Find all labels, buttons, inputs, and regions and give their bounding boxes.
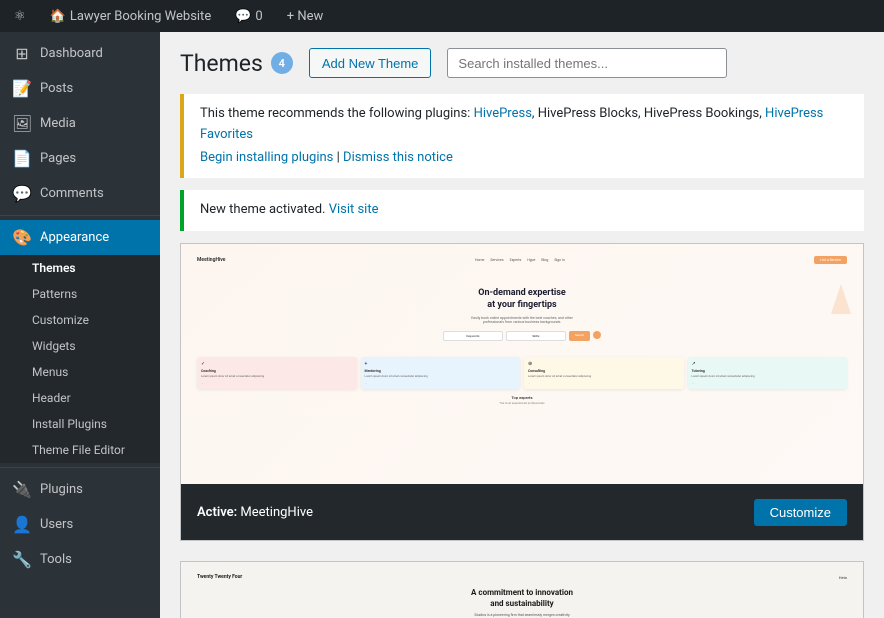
new-content-link[interactable]: + New — [281, 0, 330, 32]
hivpress-blocks-text: HivePress Blocks, HivePress Bookings, — [538, 106, 765, 121]
mh-card-tutoring: ↗ Tutoring Lorem ipsum dolor sit amet co… — [688, 357, 848, 389]
mh-hero: On-demand expertiseat your fingertips Ea… — [189, 276, 855, 357]
appearance-icon: 🎨 — [12, 228, 32, 247]
ttf-preview: Twenty Twenty Four Helo A commitment to … — [181, 562, 863, 618]
mh-footer-text: Top experts — [189, 395, 855, 400]
visit-site-link[interactable]: Visit site — [329, 202, 379, 217]
sidebar-subitem-menus[interactable]: Menus — [0, 359, 160, 385]
content-area: Themes 4 Add New Theme This theme recomm… — [160, 32, 884, 618]
sidebar: ⊞ Dashboard 📝 Posts 🖼 Media 📄 Pages 💬 Co… — [0, 32, 160, 618]
sidebar-item-tools[interactable]: 🔧 Tools — [0, 542, 160, 577]
search-themes-input[interactable] — [447, 48, 727, 78]
sidebar-item-posts[interactable]: 📝 Posts — [0, 71, 160, 106]
sidebar-item-appearance[interactable]: 🎨 Appearance — [0, 220, 160, 255]
mh-cards: ✓ Coaching Lorem ipsum dolor sit amet co… — [189, 357, 855, 389]
add-new-theme-button[interactable]: Add New Theme — [309, 48, 432, 78]
mh-card-consulting: ⊕ Consulting Lorem ipsum dolor sit amet … — [524, 357, 684, 389]
sidebar-subitem-widgets[interactable]: Widgets — [0, 333, 160, 359]
activation-text: New theme activated. — [200, 202, 329, 217]
mh-logo: MeetingHive — [197, 257, 226, 263]
wp-logo[interactable]: ⚛ — [8, 0, 32, 32]
themes-grid: MeetingHive Home Services Experts Hype B… — [180, 243, 864, 618]
wp-icon: ⚛ — [14, 9, 26, 24]
theme-card-meetinghive: MeetingHive Home Services Experts Hype B… — [180, 243, 864, 541]
activation-notice: New theme activated. Visit site — [180, 190, 864, 231]
sidebar-subitem-theme-file-editor[interactable]: Theme File Editor — [0, 437, 160, 463]
content-inner: Themes 4 Add New Theme This theme recomm… — [160, 32, 884, 618]
sidebar-item-comments[interactable]: 💬 Comments — [0, 176, 160, 211]
active-label: Active: MeetingHive — [197, 505, 313, 520]
sidebar-main-menu: ⊞ Dashboard 📝 Posts 🖼 Media 📄 Pages 💬 Co… — [0, 32, 160, 581]
sidebar-item-dashboard[interactable]: ⊞ Dashboard — [0, 36, 160, 71]
ttf-top: Twenty Twenty Four Helo A commitment to … — [181, 562, 863, 618]
posts-icon: 📝 — [12, 79, 32, 98]
plugins-notice: This theme recommends the following plug… — [180, 94, 864, 178]
page-title-wrap: Themes 4 — [180, 50, 293, 77]
notice-actions: Begin installing plugins | Dismiss this … — [200, 148, 848, 169]
mh-hero-sub: Easily book online appointments with the… — [209, 316, 835, 326]
sidebar-subitem-themes[interactable]: Themes — [0, 255, 160, 281]
mh-card-mentoring: + Mentoring Lorem ipsum dolor sit amet c… — [361, 357, 521, 389]
mh-nav-links: Home Services Experts Hype Blog Sign in — [475, 258, 565, 262]
sidebar-item-pages[interactable]: 📄 Pages — [0, 141, 160, 176]
notice-text: This theme recommends the following plug… — [200, 106, 474, 121]
sidebar-item-users[interactable]: 👤 Users — [0, 507, 160, 542]
mh-search-bar: Keywords Skills Search — [209, 331, 835, 341]
mh-nav: MeetingHive Home Services Experts Hype B… — [189, 252, 855, 268]
themes-count-badge: 4 — [271, 52, 293, 74]
ttf-nav: Twenty Twenty Four Helo — [197, 574, 847, 580]
page-title: Themes — [180, 50, 263, 77]
mh-hero-title: On-demand expertiseat your fingertips — [209, 288, 835, 311]
comments-icon: 💬 — [235, 9, 251, 24]
customize-button[interactable]: Customize — [754, 499, 847, 526]
meetinghive-screenshot: MeetingHive Home Services Experts Hype B… — [181, 244, 863, 484]
site-name-link[interactable]: 🏠 Lawyer Booking Website — [44, 0, 218, 32]
sidebar-item-plugins[interactable]: 🔌 Plugins — [0, 472, 160, 507]
sidebar-subitem-customize[interactable]: Customize — [0, 307, 160, 333]
hivepress-link[interactable]: HivePress — [474, 106, 532, 121]
sidebar-item-media[interactable]: 🖼 Media — [0, 106, 160, 141]
plugins-icon: 🔌 — [12, 480, 32, 499]
theme-card-twentytwentyfour[interactable]: Twenty Twenty Four Helo A commitment to … — [180, 561, 864, 618]
mh-card-coaching: ✓ Coaching Lorem ipsum dolor sit amet co… — [197, 357, 357, 389]
users-icon: 👤 — [12, 515, 32, 534]
tools-icon: 🔧 — [12, 550, 32, 569]
ttf-nav-title: Twenty Twenty Four — [197, 574, 242, 580]
admin-bar: ⚛ 🏠 Lawyer Booking Website 💬 0 + New — [0, 0, 884, 32]
sidebar-subitem-install-plugins[interactable]: Install Plugins — [0, 411, 160, 437]
meetinghive-footer: Active: MeetingHive Customize — [181, 484, 863, 540]
twentytwentyfour-screenshot: Twenty Twenty Four Helo A commitment to … — [181, 562, 863, 618]
appearance-submenu: Themes Patterns Customize Widgets Menus … — [0, 255, 160, 463]
ttf-hero-title: A commitment to innovationand sustainabi… — [197, 588, 847, 609]
sidebar-divider-2 — [0, 467, 160, 468]
mh-decorative-shape — [831, 284, 851, 315]
page-header: Themes 4 Add New Theme — [180, 48, 864, 78]
media-icon: 🖼 — [12, 114, 32, 133]
meetinghive-preview: MeetingHive Home Services Experts Hype B… — [181, 244, 863, 484]
begin-installing-link[interactable]: Begin installing plugins — [200, 150, 333, 165]
sidebar-divider-1 — [0, 215, 160, 216]
mh-footer-sub: The most experienced professionals — [189, 401, 855, 405]
sidebar-subitem-header[interactable]: Header — [0, 385, 160, 411]
comments-link[interactable]: 💬 0 — [229, 0, 269, 32]
comments-sidebar-icon: 💬 — [12, 184, 32, 203]
ttf-hero-sub: Studios is a pioneering firm that seamle… — [197, 613, 847, 618]
sidebar-subitem-patterns[interactable]: Patterns — [0, 281, 160, 307]
home-icon: 🏠 — [50, 9, 66, 24]
pages-icon: 📄 — [12, 149, 32, 168]
dashboard-icon: ⊞ — [12, 44, 32, 63]
dismiss-notice-link[interactable]: Dismiss this notice — [343, 150, 453, 165]
main-layout: ⊞ Dashboard 📝 Posts 🖼 Media 📄 Pages 💬 Co… — [0, 32, 884, 618]
